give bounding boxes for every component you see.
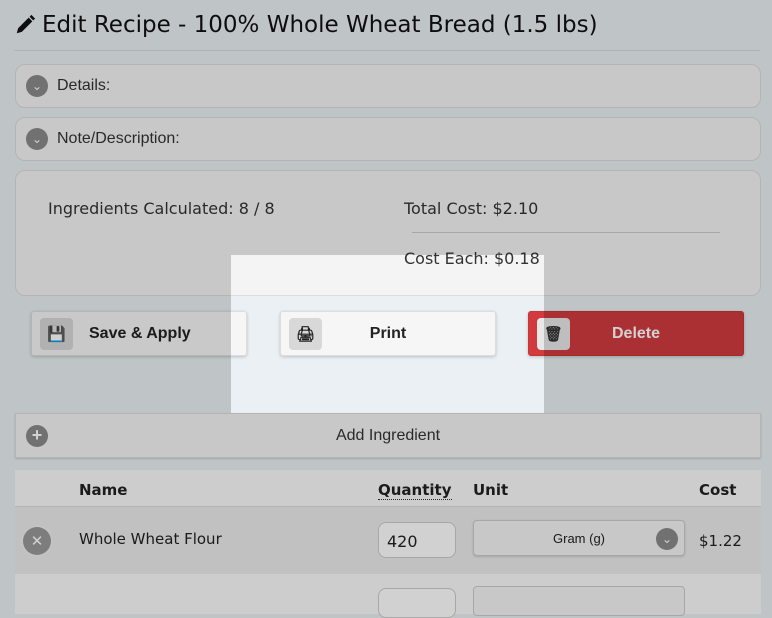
quantity-input[interactable]: [378, 588, 456, 618]
ingredients-table: Name Quantity Unit Cost ✕ Whole Wheat Fl…: [15, 470, 761, 618]
note-panel[interactable]: ⌄ Note/Description:: [15, 117, 761, 161]
unit-select[interactable]: [473, 586, 685, 616]
pencil-icon: [16, 14, 36, 34]
cost-summary: Ingredients Calculated: 8 / 8 Total Cost…: [15, 170, 761, 296]
add-ingredient-button[interactable]: + Add Ingredient: [15, 413, 761, 458]
details-panel[interactable]: ⌄ Details:: [15, 64, 761, 108]
printer-icon: 🖨: [289, 318, 322, 350]
ingredients-calculated: Ingredients Calculated: 8 / 8: [48, 199, 275, 218]
total-cost: Total Cost: $2.10: [404, 199, 539, 218]
table-row: [15, 574, 761, 618]
cost-each: Cost Each: $0.18: [404, 249, 540, 268]
remove-icon[interactable]: ✕: [23, 527, 51, 555]
unit-select[interactable]: Gram (g) ⌄: [473, 520, 685, 556]
save-apply-button[interactable]: 💾 Save & Apply: [31, 311, 247, 356]
chevron-down-icon: ⌄: [26, 128, 48, 150]
plus-icon: +: [26, 424, 48, 447]
chevron-down-icon: ⌄: [656, 528, 678, 550]
divider: [14, 50, 760, 51]
delete-button[interactable]: 🗑 Delete: [528, 311, 744, 356]
floppy-disk-icon: 💾: [40, 318, 73, 350]
quantity-input[interactable]: 420: [378, 522, 456, 558]
table-header: Name Quantity Unit Cost: [15, 470, 761, 507]
summary-divider: [412, 232, 720, 233]
page-title: Edit Recipe - 100% Whole Wheat Bread (1.…: [14, 12, 598, 38]
chevron-down-icon: ⌄: [26, 75, 48, 97]
table-row: ✕ Whole Wheat Flour 420 Gram (g) ⌄ $1.22: [15, 507, 761, 574]
print-button[interactable]: 🖨 Print: [280, 311, 496, 356]
trash-icon: 🗑: [537, 318, 570, 350]
